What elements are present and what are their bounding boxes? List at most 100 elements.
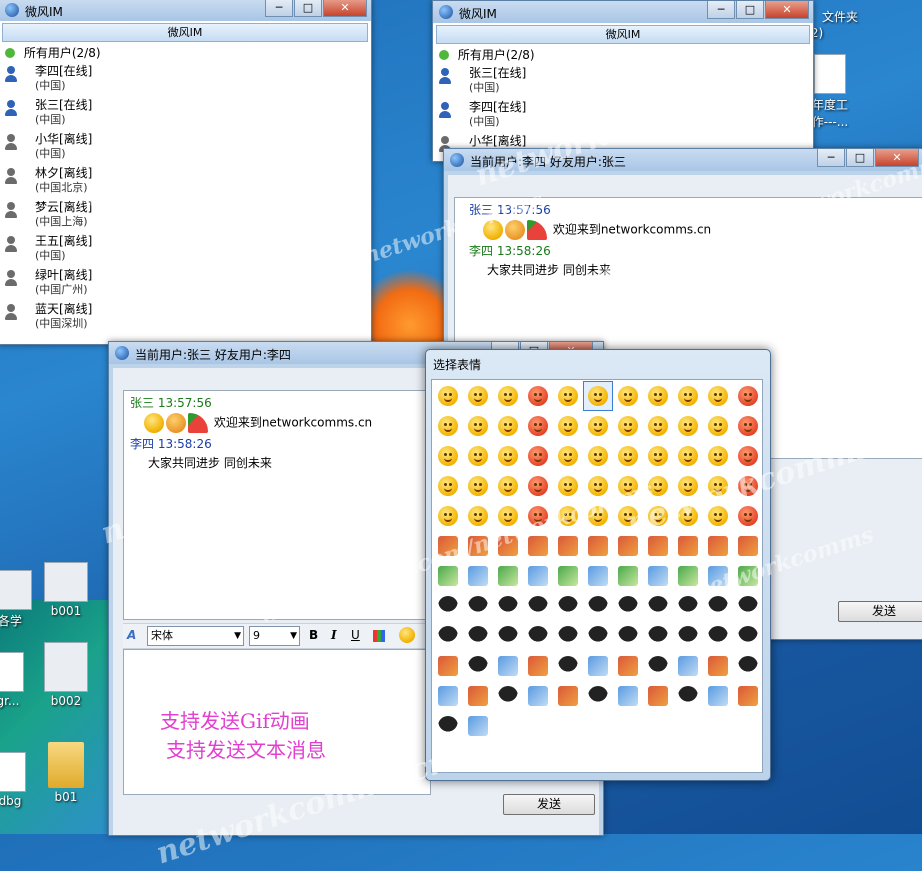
contact-item[interactable]: 张三[在线] (中国) [0,96,371,130]
emoji-cell[interactable] [523,651,553,681]
close-button[interactable]: ✕ [875,149,919,167]
emoji-cell[interactable] [553,441,583,471]
group-all-users[interactable]: 所有用户(2/8) [433,46,813,64]
emoji-cell[interactable] [643,651,673,681]
emoji-cell[interactable] [583,501,613,531]
message-history[interactable]: 张三 13:57:56 欢迎来到networkcomms.cn 李四 13:58… [123,390,431,620]
emoji-cell[interactable] [583,651,613,681]
emoji-cell[interactable] [583,561,613,591]
emoji-cell[interactable] [583,591,613,621]
emoji-cell[interactable] [703,621,733,651]
desktop-icon-course[interactable]: 各学 [0,570,40,629]
emoji-cell[interactable] [733,381,763,411]
emoji-cell[interactable] [733,681,763,711]
emoji-cell[interactable] [553,381,583,411]
emoji-cell[interactable] [703,411,733,441]
emoji-cell[interactable] [493,471,523,501]
contact-item[interactable]: 李四[在线] (中国) [433,98,813,132]
emoji-cell[interactable] [613,441,643,471]
emoji-cell[interactable] [613,531,643,561]
emoji-cell[interactable] [583,441,613,471]
emoji-cell[interactable] [703,471,733,501]
emoji-cell[interactable] [673,621,703,651]
emoji-cell[interactable] [703,591,733,621]
emoji-cell[interactable] [643,381,673,411]
emoji-cell[interactable] [643,471,673,501]
emoji-cell[interactable] [643,561,673,591]
emoji-cell[interactable] [553,561,583,591]
emoji-cell[interactable] [643,501,673,531]
emoji-cell[interactable] [553,621,583,651]
minimize-button[interactable]: ─ [265,0,293,17]
emoji-cell[interactable] [673,561,703,591]
emoji-cell[interactable] [583,621,613,651]
emoji-cell[interactable] [463,441,493,471]
emoji-cell[interactable] [733,501,763,531]
emoji-cell[interactable] [493,591,523,621]
emoji-cell[interactable] [613,591,643,621]
font-style-icon[interactable]: A [127,628,136,642]
emoji-cell[interactable] [733,621,763,651]
emoji-cell[interactable] [643,591,673,621]
emoji-cell[interactable] [673,531,703,561]
emoji-cell[interactable] [463,621,493,651]
emoji-cell[interactable] [463,651,493,681]
emoji-cell[interactable] [553,681,583,711]
emoji-cell[interactable] [523,621,553,651]
desktop-icon-folder[interactable]: 文件夹 [810,8,870,25]
emoji-cell[interactable] [463,711,493,741]
emoji-cell[interactable] [643,681,673,711]
emoji-cell[interactable] [493,681,523,711]
emoji-cell[interactable] [433,561,463,591]
emoji-cell[interactable] [433,381,463,411]
emoji-cell[interactable] [493,651,523,681]
emoji-cell[interactable] [583,531,613,561]
emoji-cell[interactable] [673,501,703,531]
emoji-cell[interactable] [733,591,763,621]
emoji-cell[interactable] [613,561,643,591]
emoji-cell[interactable] [493,501,523,531]
emoji-cell[interactable] [733,651,763,681]
emoji-cell[interactable] [523,681,553,711]
emoji-cell[interactable] [733,471,763,501]
emoji-button-icon[interactable] [399,627,415,643]
emoji-cell[interactable] [553,471,583,501]
emoji-cell[interactable] [463,561,493,591]
emoji-cell[interactable] [703,561,733,591]
send-button[interactable]: 发送 [838,601,922,622]
emoji-cell[interactable] [433,411,463,441]
minimize-button[interactable]: ─ [817,149,845,167]
emoji-cell[interactable] [733,531,763,561]
emoji-cell[interactable] [613,471,643,501]
contact-item[interactable]: 绿叶[离线] (中国广州) [0,266,371,300]
emoji-cell[interactable] [463,591,493,621]
contact-item[interactable]: 小华[离线] (中国) [0,130,371,164]
emoji-cell[interactable] [433,621,463,651]
font-name-select[interactable]: 宋体 ▼ [147,626,244,646]
emoji-cell[interactable] [583,471,613,501]
contact-item[interactable]: 张三[在线] (中国) [433,64,813,98]
emoji-cell[interactable] [673,591,703,621]
emoji-cell[interactable] [673,441,703,471]
emoji-cell[interactable] [433,501,463,531]
emoji-cell[interactable] [733,411,763,441]
titlebar[interactable]: 当前用户:李四 好友用户:张三 ─ □ ✕ [444,149,922,171]
emoji-cell[interactable] [493,411,523,441]
contact-item[interactable]: 蓝天[离线] (中国深圳) [0,300,371,334]
desktop-icon-b002[interactable]: b002 [36,642,96,708]
close-button[interactable]: ✕ [323,0,367,17]
titlebar[interactable]: 微风IM ─ □ ✕ [433,1,813,23]
contact-item[interactable]: 王五[离线] (中国) [0,232,371,266]
emoji-cell[interactable] [733,561,763,591]
italic-button[interactable]: I [331,628,337,642]
emoji-cell[interactable] [703,441,733,471]
emoji-cell[interactable] [493,441,523,471]
emoji-cell[interactable] [673,681,703,711]
emoji-cell[interactable] [703,501,733,531]
emoji-cell[interactable] [433,711,463,741]
emoji-cell[interactable] [733,441,763,471]
emoji-cell[interactable] [643,411,673,441]
maximize-button[interactable]: □ [294,0,322,17]
group-all-users[interactable]: 所有用户(2/8) [0,44,371,62]
emoji-cell[interactable] [463,681,493,711]
